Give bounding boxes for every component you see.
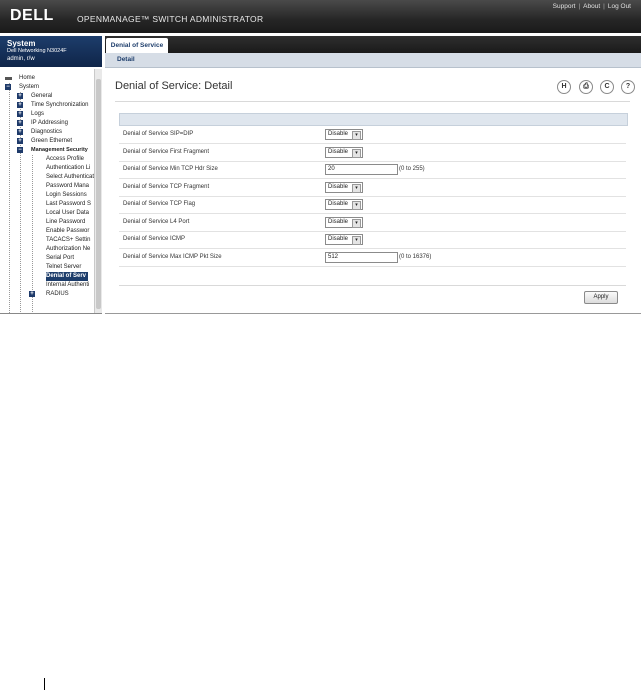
- form-row: Denial of Service Max ICMP Pkt Size 512 …: [119, 249, 626, 267]
- tree-item-general[interactable]: General: [31, 92, 52, 101]
- expand-icon[interactable]: +: [17, 138, 23, 144]
- home-icon: [5, 77, 12, 80]
- sub-tab-bar: Detail: [105, 53, 641, 68]
- expand-icon[interactable]: +: [17, 111, 23, 117]
- first-fragment-select[interactable]: Disable ▾: [325, 147, 363, 158]
- page-margin-mark: [44, 678, 45, 690]
- form-row: Denial of Service Min TCP Hdr Size 20 (0…: [119, 161, 626, 179]
- refresh-icon[interactable]: C: [600, 80, 614, 94]
- form-row: Denial of Service TCP Flag Disable ▾: [119, 196, 626, 214]
- tree-item-denial-of-service[interactable]: Denial of Serv: [46, 272, 89, 281]
- tree-item-enable-password[interactable]: Enable Passwor: [46, 227, 89, 236]
- logout-link[interactable]: Log Out: [608, 3, 631, 10]
- collapse-icon[interactable]: −: [17, 147, 23, 153]
- product-title: OPENMANAGE™ SWITCH ADMINISTRATOR: [77, 14, 264, 24]
- apply-button[interactable]: Apply: [584, 291, 618, 304]
- system-user: admin, r/w: [7, 56, 35, 62]
- system-title: System: [7, 39, 36, 48]
- tree-item-home[interactable]: Home: [19, 74, 35, 83]
- field-label: Denial of Service L4 Port: [123, 219, 190, 225]
- dropdown-arrow-icon: ▾: [352, 236, 361, 245]
- tcp-flag-select[interactable]: Disable ▾: [325, 199, 363, 210]
- form-row: Denial of Service First Fragment Disable…: [119, 144, 626, 162]
- field-label: Denial of Service SIP=DIP: [123, 131, 194, 137]
- expand-icon[interactable]: +: [17, 120, 23, 126]
- dropdown-arrow-icon: ▾: [352, 149, 361, 158]
- tree-item-serial-port[interactable]: Serial Port: [46, 254, 74, 263]
- form-row: Denial of Service TCP Fragment Disable ▾: [119, 179, 626, 197]
- dropdown-arrow-icon: ▾: [352, 201, 361, 210]
- print-icon[interactable]: ⎙: [579, 80, 593, 94]
- field-label: Denial of Service TCP Flag: [123, 201, 196, 207]
- tree-item-diagnostics[interactable]: Diagnostics: [31, 128, 62, 137]
- top-links: Support | About | Log Out: [552, 3, 631, 10]
- tree-item-password-management[interactable]: Password Mana: [46, 182, 89, 191]
- tree-item-internal-authentication[interactable]: Internal Authenti: [46, 281, 89, 290]
- tree-item-line-password[interactable]: Line Password: [46, 218, 85, 227]
- tab-detail[interactable]: Detail: [117, 56, 135, 63]
- dropdown-arrow-icon: ▾: [352, 184, 361, 193]
- field-label: Denial of Service Max ICMP Pkt Size: [123, 254, 222, 260]
- expand-icon[interactable]: +: [29, 291, 35, 297]
- max-icmp-pkt-size-input[interactable]: 512: [325, 252, 398, 263]
- form-row: Denial of Service ICMP Disable ▾: [119, 231, 626, 249]
- icmp-select[interactable]: Disable ▾: [325, 234, 363, 245]
- system-header: System Dell Networking N3024F admin, r/w: [0, 36, 102, 67]
- tree-item-logs[interactable]: Logs: [31, 110, 44, 119]
- tree-item-time-sync[interactable]: Time Synchronization: [31, 101, 88, 110]
- collapse-icon[interactable]: −: [5, 84, 11, 90]
- top-banner: DELL OPENMANAGE™ SWITCH ADMINISTRATOR Su…: [0, 0, 641, 33]
- expand-icon[interactable]: +: [17, 129, 23, 135]
- system-model: Dell Networking N3024F: [7, 48, 67, 54]
- l4-port-select[interactable]: Disable ▾: [325, 217, 363, 228]
- form-row: Denial of Service SIP=DIP Disable ▾: [119, 126, 626, 144]
- min-tcp-hdr-size-input[interactable]: 20: [325, 164, 398, 175]
- tree-item-radius[interactable]: RADIUS: [46, 290, 69, 299]
- tree-item-tacacs-settings[interactable]: TACACS+ Settin: [46, 236, 90, 245]
- sidebar-scrollbar[interactable]: [94, 69, 102, 314]
- tree-item-last-password-set[interactable]: Last Password S: [46, 200, 91, 209]
- about-link[interactable]: About: [583, 3, 600, 10]
- tree-item-select-authentication[interactable]: Select Authenticat: [46, 173, 94, 182]
- save-icon[interactable]: H: [557, 80, 571, 94]
- field-label: Denial of Service ICMP: [123, 236, 186, 242]
- support-link[interactable]: Support: [553, 3, 576, 10]
- tree-item-access-profile[interactable]: Access Profile: [46, 155, 84, 164]
- tree-item-local-user-database[interactable]: Local User Data: [46, 209, 89, 218]
- navigation-tree: Home − System + General + Time Synchroni…: [0, 74, 94, 314]
- sidebar: System Dell Networking N3024F admin, r/w…: [0, 36, 102, 314]
- tab-bar: Denial of Service: [105, 36, 641, 53]
- expand-icon[interactable]: +: [17, 93, 23, 99]
- tree-item-ip-addressing[interactable]: IP Addressing: [31, 119, 68, 128]
- dell-logo: DELL: [10, 7, 54, 24]
- range-hint: (0 to 16376): [399, 254, 432, 260]
- expand-icon[interactable]: +: [17, 102, 23, 108]
- field-label: Denial of Service TCP Fragment: [123, 184, 210, 190]
- page-title: Denial of Service: Detail: [115, 80, 233, 92]
- range-hint: (0 to 255): [399, 166, 425, 172]
- field-label: Denial of Service Min TCP Hdr Size: [123, 166, 218, 172]
- tree-item-green-ethernet[interactable]: Green Ethernet: [31, 137, 72, 146]
- tab-denial-of-service[interactable]: Denial of Service: [106, 38, 168, 53]
- sip-dip-select[interactable]: Disable ▾: [325, 129, 363, 140]
- dropdown-arrow-icon: ▾: [352, 131, 361, 140]
- tree-item-authentication-list[interactable]: Authentication Li: [46, 164, 90, 173]
- form-header-bar: [119, 113, 628, 126]
- tree-item-login-sessions[interactable]: Login Sessions: [46, 191, 87, 200]
- form-row: Denial of Service L4 Port Disable ▾: [119, 214, 626, 232]
- tree-item-system[interactable]: System: [19, 83, 39, 92]
- field-label: Denial of Service First Fragment: [123, 149, 210, 155]
- tree-item-management-security[interactable]: Management Security: [31, 146, 88, 155]
- tree-item-authorization-network[interactable]: Authorization Ne: [46, 245, 90, 254]
- help-icon[interactable]: ?: [621, 80, 635, 94]
- tree-item-telnet-server[interactable]: Telnet Server: [46, 263, 81, 272]
- dropdown-arrow-icon: ▾: [352, 219, 361, 228]
- main-panel: Denial of Service: Detail H ⎙ C ? Denial…: [105, 68, 641, 314]
- tcp-fragment-select[interactable]: Disable ▾: [325, 182, 363, 193]
